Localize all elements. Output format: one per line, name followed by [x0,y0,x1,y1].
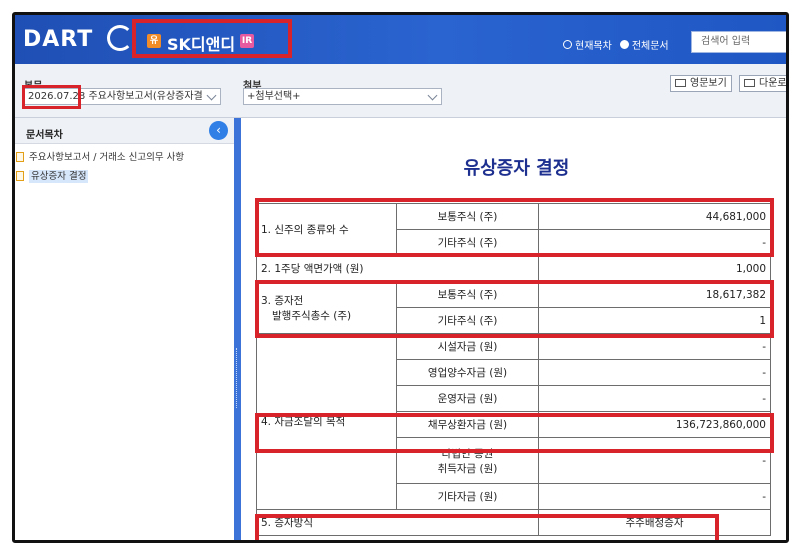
toc-item-label: 주요사항보고서 / 거래소 신고의무 사항 [29,152,185,163]
table-row: 4. 자금조달의 목적 시설자금 (원) - [256,333,771,510]
radio-unselected-icon [563,40,572,49]
dart-logo-swirl-icon [107,25,133,51]
document-icon [16,171,24,181]
toc-sidebar: 문서목차 ‹ 주요사항보고서 / 거래소 신고의무 사항 유상증자 결정 [15,118,234,540]
top-header: DART 유 SK디앤디 IR 현재목차 전체문서 검색어 입력 [15,15,786,64]
search-input[interactable]: 검색어 입력 [691,31,786,53]
securities-badge: 유 [147,34,161,48]
radio-selected-icon [619,40,629,49]
toc-header: 문서목차 ‹ [15,118,234,144]
ir-badge[interactable]: IR [240,34,254,48]
sidebar-splitter[interactable] [234,118,241,540]
date-highlight-box [22,85,81,109]
row3b-sub: 기타주식 (주) [396,307,539,334]
english-view-label: 영문보기 [690,78,727,89]
document-content: 유상증자 결정 1. 신주의 종류와 수 보통주식 (주) 44,681,000… [241,118,786,540]
chevron-down-icon [206,90,217,101]
table-row: 3. 증자전 발행주식총수 (주) 보통주식 (주) 18,617,382 [256,281,771,334]
row4e-sub-line1: 타법인 증권 [441,447,494,460]
row1a-sub: 보통주식 (주) [396,203,539,230]
toc-item-main-report[interactable]: 주요사항보고서 / 거래소 신고의무 사항 [15,148,234,167]
row3-label-line1: 3. 증자전 [261,294,304,307]
collapse-sidebar-icon[interactable]: ‹ [209,121,228,140]
row4d-value: 136,723,860,000 [538,411,771,438]
document-title: 유상증자 결정 [463,158,570,179]
download-button[interactable]: 다운로 [739,75,787,92]
toc-list: 주요사항보고서 / 거래소 신고의무 사항 유상증자 결정 [15,148,234,186]
toc-title: 문서목차 [26,130,63,141]
row2-label: 2. 1주당 액면가액 (원) [256,255,539,282]
row4e-sub: 타법인 증권 취득자금 (원) [396,437,539,484]
row5-value: 주주배정증자 [538,509,771,536]
row3a-value: 18,617,382 [538,281,771,308]
row3-label: 3. 증자전 발행주식총수 (주) [256,281,397,334]
row3a-sub: 보통주식 (주) [396,281,539,308]
row4a-sub: 시설자금 (원) [396,333,539,360]
report-name: 주요사항보고서(유상증자결 [88,91,203,102]
row1a-value: 44,681,000 [538,203,771,230]
toc-item-rights-offering[interactable]: 유상증자 결정 [15,167,234,186]
table-row: 2. 1주당 액면가액 (원) 1,000 [256,255,771,282]
row4b-value: - [538,359,771,386]
row3-label-line2: 발행주식총수 (주) [272,309,352,322]
row4c-value: - [538,385,771,412]
download-label: 다운로 [759,78,787,89]
row1-label: 1. 신주의 종류와 수 [256,203,397,256]
toc-item-label: 유상증자 결정 [29,170,89,183]
row1b-sub: 기타주식 (주) [396,229,539,256]
row1b-value: - [538,229,771,256]
row4a-value: - [538,333,771,360]
radio-all-label: 전체문서 [631,41,669,52]
document-toolbar: 본문 2026.07.28 주요사항보고서(유상증자결 첨부 +첨부선택+ 영문… [15,64,786,118]
row4e-value: - [538,437,771,484]
radio-current-toc[interactable]: 현재목차 [563,37,612,52]
monitor-icon [744,79,755,87]
row4d-sub: 채무상환자금 (원) [396,411,539,438]
row4f-value: - [538,483,771,510]
table-row: 1. 신주의 종류와 수 보통주식 (주) 44,681,000 [256,203,771,256]
row4c-sub: 운영자금 (원) [396,385,539,412]
company-highlight-box: 유 SK디앤디 IR [132,19,292,58]
attachment-select-value: +첨부선택+ [247,91,301,102]
chevron-down-icon [427,90,438,101]
radio-all-document[interactable]: 전체문서 [619,37,669,52]
splitter-grip-icon [236,348,239,408]
dart-logo[interactable]: DART [23,27,93,52]
table-row: 5. 증자방식 주주배정증자 [256,509,771,536]
document-icon [16,152,24,162]
radio-current-label: 현재목차 [575,41,612,52]
rights-offering-table: 1. 신주의 종류와 수 보통주식 (주) 44,681,000 기타주식 (주… [256,203,771,536]
row3b-value: 1 [538,307,771,334]
attachment-select[interactable]: +첨부선택+ [243,88,442,105]
row4b-sub: 영업양수자금 (원) [396,359,539,386]
row4e-sub-line2: 취득자금 (원) [437,462,498,475]
app-window: DART 유 SK디앤디 IR 현재목차 전체문서 검색어 입력 본문 2026… [12,12,789,543]
row2-value: 1,000 [538,255,771,282]
row4f-sub: 기타자금 (원) [396,483,539,510]
row4-label: 4. 자금조달의 목적 [256,333,397,510]
company-name[interactable]: SK디앤디 [167,31,235,55]
english-view-button[interactable]: 영문보기 [670,75,732,92]
row5-label: 5. 증자방식 [256,509,539,536]
monitor-icon [675,79,686,87]
search-scope-radio-group: 현재목차 전체문서 [563,37,669,52]
